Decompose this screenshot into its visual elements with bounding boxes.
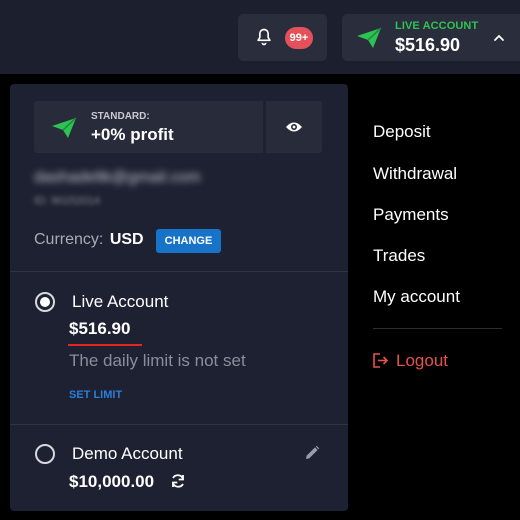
pencil-icon[interactable] xyxy=(304,445,320,461)
divider xyxy=(10,424,348,425)
logout-label: Logout xyxy=(396,351,448,370)
account-type-label: LIVE ACCOUNT xyxy=(395,20,479,32)
paper-plane-icon xyxy=(357,27,382,48)
demo-account-balance: $10,000.00 xyxy=(69,472,155,491)
paper-plane-icon xyxy=(52,117,77,138)
daily-limit-text: The daily limit is not set xyxy=(69,351,246,370)
menu-item-deposit[interactable]: Deposit xyxy=(373,122,431,142)
notifications-badge: 99+ xyxy=(285,27,313,49)
chevron-up-icon xyxy=(494,34,504,41)
notifications-button[interactable]: 99+ xyxy=(238,14,327,61)
eye-icon xyxy=(286,122,302,132)
menu-item-withdrawal[interactable]: Withdrawal xyxy=(373,164,457,184)
currency-value: USD xyxy=(109,231,144,248)
currency-label: Currency: xyxy=(34,231,104,248)
refresh-icon[interactable] xyxy=(170,473,186,489)
live-account-name[interactable]: Live Account xyxy=(72,292,168,312)
currency-row: Currency: USD xyxy=(34,231,144,249)
menu-item-my-account[interactable]: My account xyxy=(373,287,460,307)
menu-item-trades[interactable]: Trades xyxy=(373,246,425,266)
user-id: ID: 90152014 xyxy=(34,195,101,207)
account-dropdown-panel: STANDARD: +0% profit dashadeltk@gmail.co… xyxy=(10,84,348,511)
change-currency-button[interactable]: CHANGE xyxy=(156,229,221,253)
demo-account-name[interactable]: Demo Account xyxy=(72,444,183,464)
menu-item-payments[interactable]: Payments xyxy=(373,205,449,225)
top-bar: 99+ LIVE ACCOUNT $516.90 xyxy=(0,0,520,74)
demo-account-radio[interactable] xyxy=(35,444,55,464)
plan-value: +0% profit xyxy=(91,125,174,144)
account-balance: $516.90 xyxy=(395,35,461,55)
balance-underline xyxy=(68,344,142,346)
plan-box: STANDARD: +0% profit xyxy=(34,101,263,153)
live-account-balance: $516.90 xyxy=(69,319,131,338)
logout-icon xyxy=(373,353,389,368)
menu-divider xyxy=(373,328,502,329)
toggle-visibility-button[interactable] xyxy=(266,101,322,153)
divider xyxy=(10,271,348,272)
live-account-radio[interactable] xyxy=(35,292,55,312)
bell-icon xyxy=(257,28,271,46)
user-email: dashadeltk@gmail.com xyxy=(34,169,201,186)
set-limit-link[interactable]: SET LIMIT xyxy=(69,389,122,401)
account-switcher-button[interactable]: LIVE ACCOUNT $516.90 xyxy=(342,14,520,61)
plan-label: STANDARD: xyxy=(91,111,150,122)
